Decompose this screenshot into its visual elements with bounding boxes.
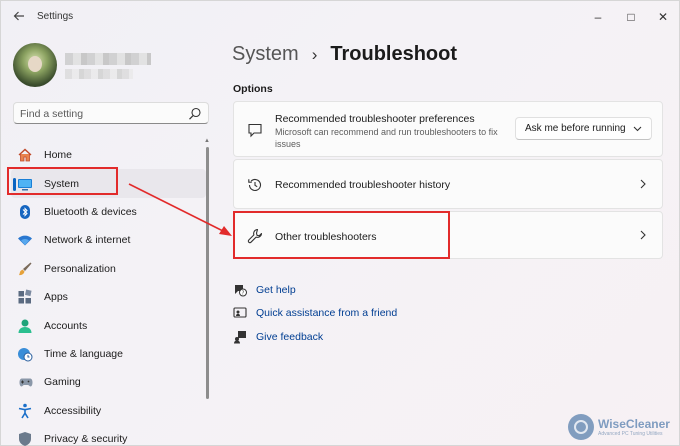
sidebar-item-label: Bluetooth & devices [44,205,137,218]
help-icon: ? [233,283,247,297]
history-icon [247,177,263,193]
feedback-icon [233,330,247,344]
gamepad-icon [17,374,33,390]
watermark: WiseCleaner Advanced PC Tuning Utilities [568,414,670,440]
globe-clock-icon [17,346,33,362]
link-label[interactable]: Get help [256,284,296,296]
sidebar-item-label: Time & language [44,347,123,360]
annotation-highlight-system [7,167,118,195]
get-help-link[interactable]: ? Get help [233,283,296,297]
minimize-button[interactable]: – [586,7,610,27]
card-title: Recommended troubleshooter history [275,179,451,191]
apps-icon [17,289,33,305]
profile-email-blurred [65,69,133,79]
sidebar-item-accessibility[interactable]: Accessibility [11,397,206,425]
message-icon [247,122,263,138]
sidebar-item-label: Accessibility [44,404,102,417]
sidebar-item-label: Apps [44,291,68,304]
close-button[interactable]: ✕ [651,7,675,27]
link-label[interactable]: Give feedback [256,331,323,343]
sidebar-item-bluetooth[interactable]: Bluetooth & devices [11,198,206,226]
page-title: Troubleshoot [330,43,458,65]
back-arrow-icon[interactable] [11,9,27,25]
sidebar-item-gaming[interactable]: Gaming [11,368,206,396]
wisecleaner-logo-icon [568,414,594,440]
troubleshooter-preference-dropdown[interactable]: Ask me before running [515,117,652,140]
sidebar-item-home[interactable]: Home [11,141,206,169]
give-feedback-link[interactable]: Give feedback [233,330,323,344]
sidebar-item-label: Home [44,149,73,162]
profile-name-blurred [65,53,151,65]
sidebar-item-label: Accounts [44,319,88,332]
watermark-tagline: Advanced PC Tuning Utilities [598,431,663,437]
search-box[interactable] [13,102,209,124]
scroll-up-icon[interactable]: ▲ [204,138,210,144]
bluetooth-icon [17,204,33,220]
quick-assist-icon [233,306,247,320]
settings-window: Settings – □ ✕ Home System [0,0,680,446]
card-description: Microsoft can recommend and run troubles… [275,127,498,149]
sidebar-item-label: Personalization [44,262,116,275]
breadcrumb-separator: › [311,44,318,64]
card-title: Recommended troubleshooter preferences [275,113,475,125]
sidebar-item-accounts[interactable]: Accounts [11,311,206,339]
search-input[interactable] [20,107,180,121]
recommended-preferences-card: Recommended troubleshooter preferences M… [233,101,663,157]
accessibility-icon [17,403,33,419]
sidebar-item-time-language[interactable]: Time & language [11,340,206,368]
section-title: Options [233,83,273,95]
person-icon [17,318,33,334]
sidebar-item-label: Network & internet [44,234,131,247]
troubleshooter-history-card[interactable]: Recommended troubleshooter history [233,159,663,209]
chevron-down-icon [633,124,642,133]
wifi-icon [17,232,33,248]
title-bar: Settings – □ ✕ [1,1,679,33]
shield-icon [17,431,33,446]
svg-text:?: ? [242,291,245,297]
sidebar-scrollbar[interactable] [206,147,209,399]
search-icon[interactable] [188,107,202,121]
maximize-button[interactable]: □ [619,7,643,27]
watermark-name: WiseCleaner [598,417,670,431]
avatar-face [28,56,42,72]
sidebar-item-label: Gaming [44,376,81,389]
app-title: Settings [37,11,74,22]
sidebar-item-network[interactable]: Network & internet [11,226,206,254]
dropdown-value: Ask me before running [525,123,626,134]
avatar[interactable] [13,43,57,87]
sidebar-item-privacy[interactable]: Privacy & security [11,425,206,446]
sidebar-item-label: Privacy & security [44,433,128,446]
sidebar-item-apps[interactable]: Apps [11,283,206,311]
chevron-right-icon [639,179,647,189]
home-icon [17,147,33,163]
brush-icon [17,261,33,277]
annotation-highlight-other-troubleshooters [233,211,450,259]
breadcrumb-parent[interactable]: System [232,43,299,66]
breadcrumb: System › Troubleshoot [232,43,457,66]
link-label[interactable]: Quick assistance from a friend [256,307,397,319]
sidebar-item-personalization[interactable]: Personalization [11,255,206,283]
quick-assist-link[interactable]: Quick assistance from a friend [233,306,397,320]
chevron-right-icon [639,230,647,240]
